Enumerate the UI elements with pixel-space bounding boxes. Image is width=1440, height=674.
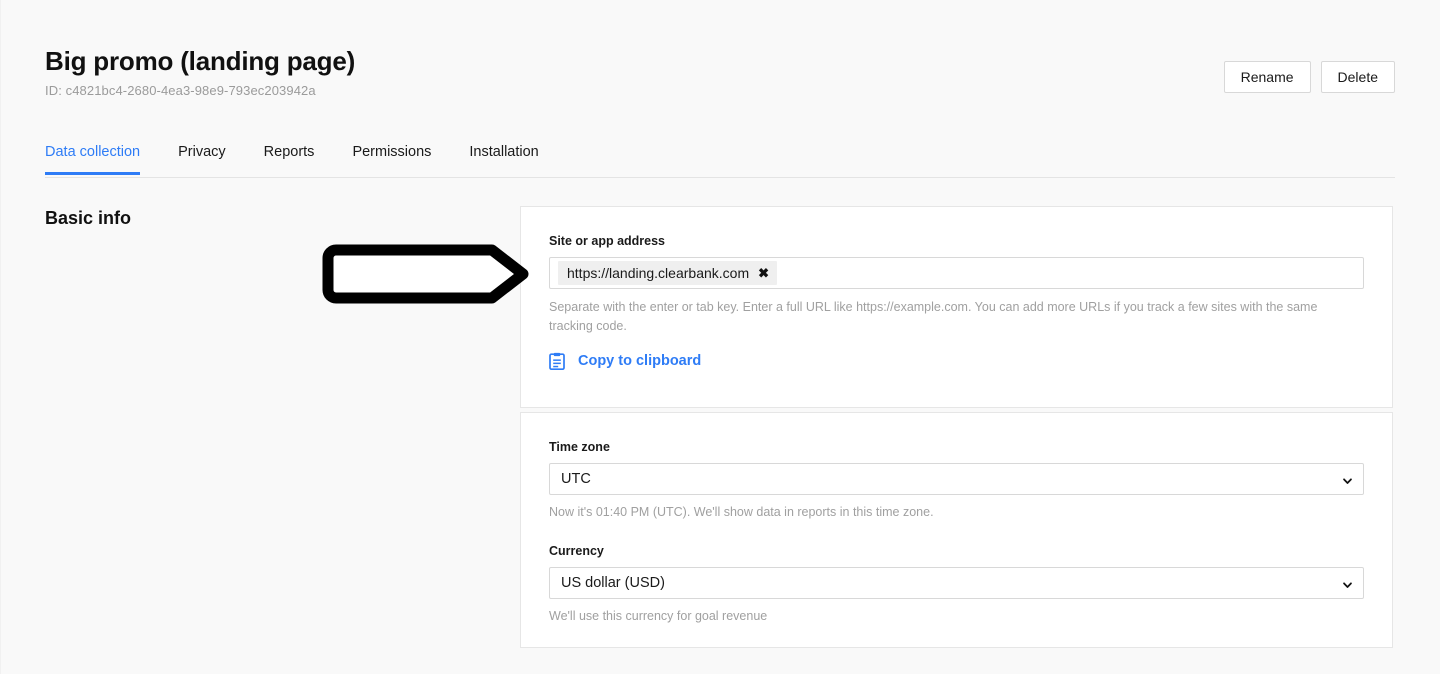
header-actions: Rename Delete: [1223, 61, 1395, 93]
site-address-token: https://landing.clearbank.com ✖: [558, 261, 778, 285]
delete-button[interactable]: Delete: [1320, 61, 1395, 93]
clipboard-icon: [549, 352, 565, 370]
currency-select[interactable]: US dollar (USD): [549, 567, 1364, 599]
currency-hint: We'll use this currency for goal revenue: [549, 609, 768, 623]
locale-card: Time zone UTC Now it's 01:40 PM (UTC). W…: [520, 412, 1393, 648]
tab-permissions[interactable]: Permissions: [352, 143, 431, 174]
rename-button[interactable]: Rename: [1223, 61, 1311, 93]
settings-page: Big promo (landing page) ID: c4821bc4-26…: [0, 0, 1440, 674]
timezone-hint: Now it's 01:40 PM (UTC). We'll show data…: [549, 505, 934, 519]
page-left-divider: [0, 0, 1, 674]
tab-installation[interactable]: Installation: [469, 143, 538, 174]
site-address-help: Separate with the enter or tab key. Ente…: [549, 300, 1318, 333]
tab-reports[interactable]: Reports: [264, 143, 315, 174]
page-header: Big promo (landing page) ID: c4821bc4-26…: [45, 45, 1395, 113]
tab-bar: Data collection Privacy Reports Permissi…: [45, 143, 1395, 178]
site-address-value: https://landing.clearbank.com: [567, 265, 750, 281]
page-title: Big promo (landing page): [45, 46, 356, 76]
copy-to-clipboard-label: Copy to clipboard: [578, 353, 702, 369]
currency-label: Currency: [549, 544, 604, 558]
site-address-label: Site or app address: [549, 234, 666, 248]
currency-select-wrap: US dollar (USD): [549, 567, 1364, 599]
remove-address-icon[interactable]: ✖: [758, 266, 769, 279]
property-id: ID: c4821bc4-2680-4ea3-98e9-793ec203942a: [45, 83, 316, 98]
timezone-select-wrap: UTC: [549, 463, 1364, 495]
tab-data-collection[interactable]: Data collection: [45, 143, 141, 175]
section-title-basic-info: Basic info: [45, 208, 132, 228]
timezone-label: Time zone: [549, 440, 610, 454]
timezone-select[interactable]: UTC: [549, 463, 1364, 495]
arrow-annotation: [322, 239, 530, 309]
basic-info-card: Site or app address https://landing.clea…: [520, 206, 1393, 408]
copy-to-clipboard-button[interactable]: Copy to clipboard: [549, 352, 701, 370]
tab-privacy[interactable]: Privacy: [178, 143, 226, 174]
site-address-input[interactable]: https://landing.clearbank.com ✖: [549, 257, 1364, 289]
